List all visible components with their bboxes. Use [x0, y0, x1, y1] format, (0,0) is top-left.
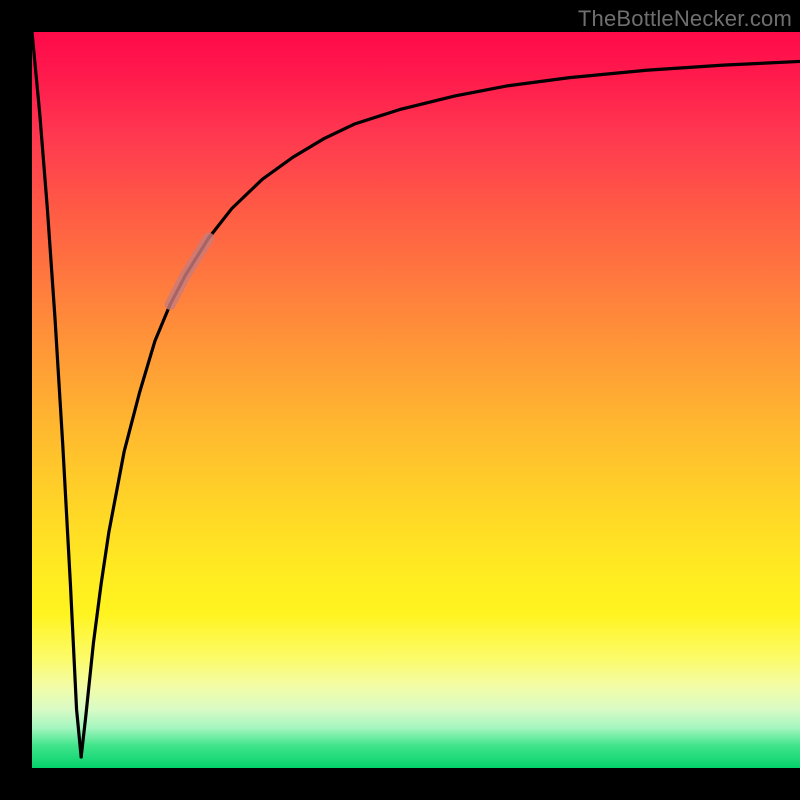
bottleneck-curve [32, 32, 800, 757]
highlight-segment [170, 238, 208, 304]
curve-layer [32, 32, 800, 768]
curve-path-right [81, 61, 800, 757]
curve-path-left [32, 32, 81, 757]
watermark-text: TheBottleNecker.com [578, 6, 792, 32]
plot-area [32, 32, 800, 768]
chart-frame: TheBottleNecker.com [0, 0, 800, 800]
